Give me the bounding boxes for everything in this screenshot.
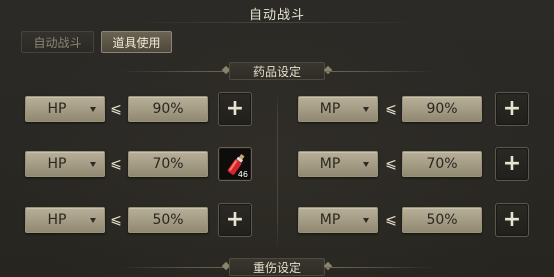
plus-icon: + <box>502 151 522 176</box>
plus-icon: + <box>502 96 522 121</box>
stat-select-value: HP <box>47 212 67 228</box>
dropdown-arrow-icon <box>363 218 369 223</box>
hp-threshold-select-1[interactable]: 90% <box>128 96 208 122</box>
threshold-value: 90% <box>152 101 184 117</box>
mp-potion-slot-2[interactable]: + <box>495 147 529 181</box>
plus-icon: + <box>502 207 522 232</box>
item-count: 46 <box>237 170 248 179</box>
auto-battle-panel: 自动战斗 自动战斗 道具使用 药品设定 HP ⩽ 90% + HP ⩽ 70% <box>0 0 554 277</box>
tab-item-use[interactable]: 道具使用 <box>101 31 172 53</box>
plus-icon: + <box>225 96 245 121</box>
dropdown-arrow-icon <box>90 107 96 112</box>
hp-stat-select-3[interactable]: HP <box>25 207 105 233</box>
stat-select-value: MP <box>319 212 341 228</box>
less-equal-symbol: ⩽ <box>385 101 397 117</box>
threshold-value: 50% <box>152 212 184 228</box>
mp-potion-slot-3[interactable]: + <box>495 203 529 237</box>
section-line-left <box>120 267 228 268</box>
window-title: 自动战斗 <box>248 8 305 23</box>
hp-potion-slot-3[interactable]: + <box>218 203 252 237</box>
section-ornament-right <box>323 65 333 75</box>
stat-select-value: MP <box>319 101 341 117</box>
section-header-injury-settings: 重伤设定 <box>0 258 554 276</box>
less-equal-symbol: ⩽ <box>385 156 397 172</box>
hp-potion-slot-1[interactable]: + <box>218 92 252 126</box>
hp-stat-select-2[interactable]: HP <box>25 151 105 177</box>
dropdown-arrow-icon <box>363 162 369 167</box>
mp-potion-slot-1[interactable]: + <box>495 92 529 126</box>
mp-stat-select-2[interactable]: MP <box>298 151 378 177</box>
mp-threshold-select-3[interactable]: 50% <box>402 207 482 233</box>
mp-stat-select-1[interactable]: MP <box>298 96 378 122</box>
section-line-right <box>326 71 434 72</box>
hp-potion-slot-2[interactable]: 46 <box>218 147 252 181</box>
dropdown-arrow-icon <box>90 162 96 167</box>
less-equal-symbol: ⩽ <box>110 101 122 117</box>
less-equal-symbol: ⩽ <box>110 212 122 228</box>
section-line-right <box>326 267 434 268</box>
hp-threshold-select-2[interactable]: 70% <box>128 151 208 177</box>
dropdown-arrow-icon <box>363 107 369 112</box>
section-ornament-right <box>323 261 333 271</box>
section-title-potion-settings: 药品设定 <box>229 62 325 80</box>
hp-threshold-select-3[interactable]: 50% <box>128 207 208 233</box>
threshold-value: 50% <box>426 212 458 228</box>
threshold-value: 90% <box>426 101 458 117</box>
stat-select-value: HP <box>47 156 67 172</box>
mp-threshold-select-1[interactable]: 90% <box>402 96 482 122</box>
mp-stat-select-3[interactable]: MP <box>298 207 378 233</box>
column-divider <box>277 90 278 250</box>
plus-icon: + <box>225 207 245 232</box>
tab-auto-battle[interactable]: 自动战斗 <box>21 31 94 53</box>
section-header-potion-settings: 药品设定 <box>0 62 554 80</box>
hp-stat-select-1[interactable]: HP <box>25 96 105 122</box>
less-equal-symbol: ⩽ <box>110 156 122 172</box>
section-line-left <box>120 71 228 72</box>
section-title-injury-settings: 重伤设定 <box>229 258 325 276</box>
threshold-value: 70% <box>426 156 458 172</box>
title-underline <box>130 22 424 23</box>
dropdown-arrow-icon <box>90 218 96 223</box>
stat-select-value: MP <box>319 156 341 172</box>
mp-threshold-select-2[interactable]: 70% <box>402 151 482 177</box>
stat-select-value: HP <box>47 101 67 117</box>
threshold-value: 70% <box>152 156 184 172</box>
less-equal-symbol: ⩽ <box>385 212 397 228</box>
